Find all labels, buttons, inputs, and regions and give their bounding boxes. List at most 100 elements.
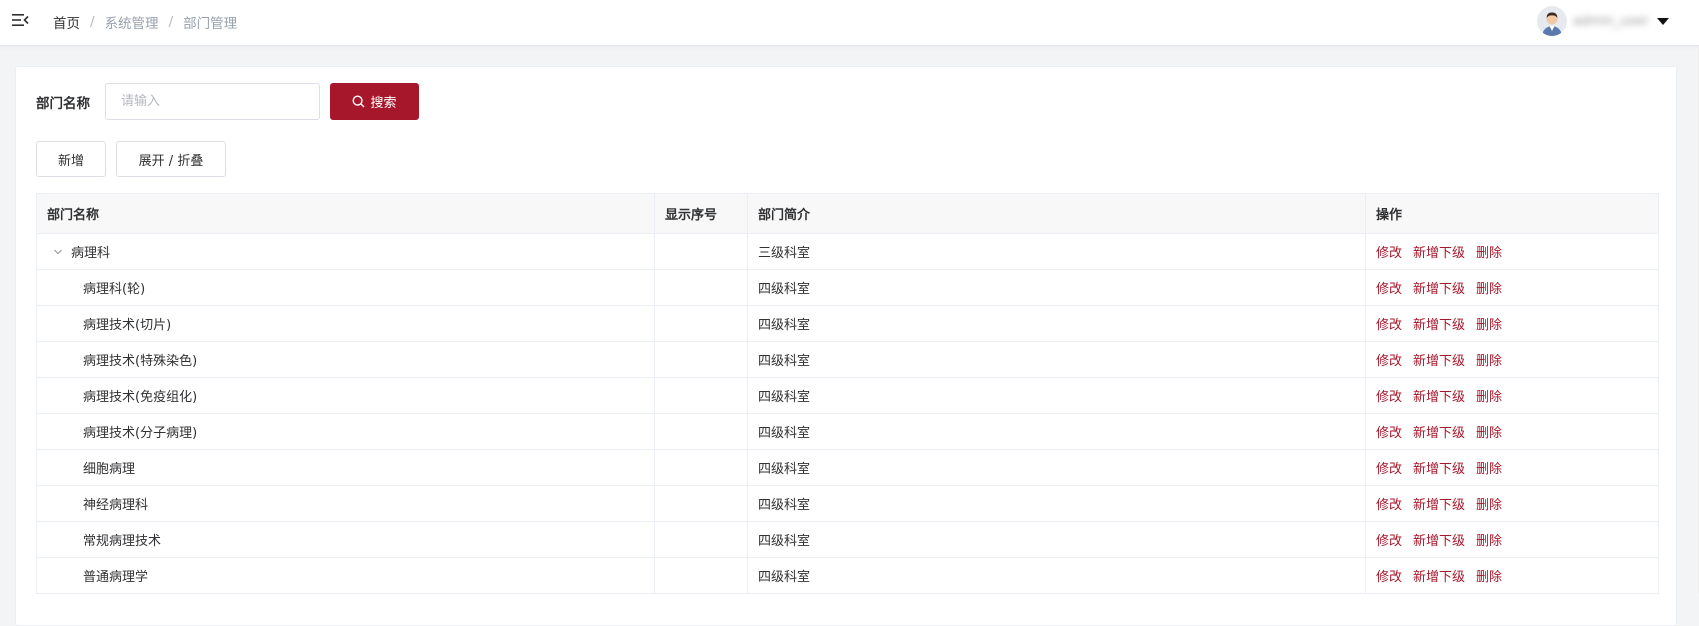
cell-order — [654, 341, 748, 378]
dept-name-text: 病理技术(免疫组化) — [83, 390, 198, 405]
delete-link[interactable]: 删除 — [1476, 390, 1502, 405]
menu-fold-icon[interactable] — [11, 11, 29, 29]
top-navbar: 首页 / 系统管理 / 部门管理 admin_user — [0, 0, 1699, 46]
cell-dept-name: 病理技术(切片) — [36, 305, 655, 342]
search-button-label: 搜索 — [370, 96, 397, 111]
edit-link[interactable]: 修改 — [1376, 570, 1402, 585]
cell-actions: 修改 新增下级 删除 — [1365, 377, 1659, 414]
dept-table: 部门名称 显示序号 部门简介 操作 病理科 三级科室 修改 新增下级 删除 病理科(轮) 四… — [36, 193, 1659, 594]
add-child-link[interactable]: 新增下级 — [1413, 498, 1465, 513]
dept-name-text: 神经病理科 — [83, 498, 149, 513]
add-child-link[interactable]: 新增下级 — [1413, 282, 1465, 297]
add-child-link[interactable]: 新增下级 — [1413, 390, 1465, 405]
cell-actions: 修改 新增下级 删除 — [1365, 269, 1659, 306]
table-row: 病理技术(免疫组化) 四级科室 修改 新增下级 删除 — [36, 377, 1659, 414]
table-row: 病理科(轮) 四级科室 修改 新增下级 删除 — [36, 269, 1659, 306]
cell-desc: 四级科室 — [747, 521, 1366, 558]
cell-order — [654, 521, 748, 558]
caret-down-icon[interactable] — [1657, 17, 1669, 25]
expand-collapse-button[interactable]: 展开 / 折叠 — [116, 141, 226, 177]
cell-actions: 修改 新增下级 删除 — [1365, 521, 1659, 558]
cell-dept-name: 细胞病理 — [36, 449, 655, 486]
cell-dept-name: 病理技术(分子病理) — [36, 413, 655, 450]
cell-dept-name: 病理技术(特殊染色) — [36, 341, 655, 378]
cell-desc: 四级科室 — [747, 269, 1366, 306]
cell-desc: 四级科室 — [747, 413, 1366, 450]
delete-link[interactable]: 删除 — [1476, 318, 1502, 333]
cell-order — [654, 413, 748, 450]
table-header-row: 部门名称 显示序号 部门简介 操作 — [36, 193, 1659, 234]
edit-link[interactable]: 修改 — [1376, 462, 1402, 477]
breadcrumb-separator: / — [90, 14, 95, 30]
breadcrumb-current: 部门管理 — [183, 16, 238, 32]
table-row: 神经病理科 四级科室 修改 新增下级 删除 — [36, 485, 1659, 522]
delete-link[interactable]: 删除 — [1476, 570, 1502, 585]
cell-order — [654, 305, 748, 342]
user-name[interactable]: admin_user — [1573, 14, 1651, 29]
user-menu[interactable]: admin_user — [1537, 6, 1669, 36]
delete-link[interactable]: 删除 — [1476, 282, 1502, 297]
cell-actions: 修改 新增下级 删除 — [1365, 413, 1659, 450]
add-child-link[interactable]: 新增下级 — [1413, 354, 1465, 369]
search-label: 部门名称 — [36, 96, 90, 112]
add-child-link[interactable]: 新增下级 — [1413, 534, 1465, 549]
cell-actions: 修改 新增下级 删除 — [1365, 341, 1659, 378]
cell-dept-name: 普通病理学 — [36, 557, 655, 594]
add-child-link[interactable]: 新增下级 — [1413, 462, 1465, 477]
edit-link[interactable]: 修改 — [1376, 246, 1402, 261]
cell-dept-name: 病理科(轮) — [36, 269, 655, 306]
edit-link[interactable]: 修改 — [1376, 282, 1402, 297]
column-header-desc: 部门简介 — [747, 193, 1366, 234]
cell-order — [654, 269, 748, 306]
cell-order — [654, 233, 748, 270]
dept-name-text: 病理技术(特殊染色) — [83, 354, 198, 369]
dept-name-text: 细胞病理 — [83, 462, 136, 477]
table-row: 病理技术(分子病理) 四级科室 修改 新增下级 删除 — [36, 413, 1659, 450]
cell-actions: 修改 新增下级 删除 — [1365, 557, 1659, 594]
breadcrumb-separator: / — [168, 14, 174, 30]
cell-desc: 四级科室 — [747, 557, 1366, 594]
breadcrumb: 首页 / 系统管理 / 部门管理 — [53, 12, 237, 32]
add-child-link[interactable]: 新增下级 — [1413, 246, 1465, 261]
dept-name-text: 病理技术(切片) — [83, 318, 172, 333]
breadcrumb-home[interactable]: 首页 — [53, 12, 80, 32]
edit-link[interactable]: 修改 — [1376, 354, 1402, 369]
column-header-name: 部门名称 — [36, 193, 655, 234]
cell-actions: 修改 新增下级 删除 — [1365, 485, 1659, 522]
column-header-ops: 操作 — [1365, 193, 1659, 234]
avatar[interactable] — [1537, 6, 1567, 36]
delete-link[interactable]: 删除 — [1476, 462, 1502, 477]
cell-actions: 修改 新增下级 删除 — [1365, 233, 1659, 270]
table-row: 病理技术(特殊染色) 四级科室 修改 新增下级 删除 — [36, 341, 1659, 378]
edit-link[interactable]: 修改 — [1376, 318, 1402, 333]
delete-link[interactable]: 删除 — [1476, 498, 1502, 513]
delete-link[interactable]: 删除 — [1476, 354, 1502, 369]
dept-name-text: 病理科 — [71, 246, 111, 261]
cell-desc: 四级科室 — [747, 449, 1366, 486]
edit-link[interactable]: 修改 — [1376, 498, 1402, 513]
delete-link[interactable]: 删除 — [1476, 426, 1502, 441]
edit-link[interactable]: 修改 — [1376, 534, 1402, 549]
dept-name-search-input[interactable] — [105, 83, 320, 120]
cell-order — [654, 377, 748, 414]
add-child-link[interactable]: 新增下级 — [1413, 318, 1465, 333]
delete-link[interactable]: 删除 — [1476, 534, 1502, 549]
table-row: 普通病理学 四级科室 修改 新增下级 删除 — [36, 557, 1659, 594]
delete-link[interactable]: 删除 — [1476, 246, 1502, 261]
edit-link[interactable]: 修改 — [1376, 390, 1402, 405]
cell-dept-name: 神经病理科 — [36, 485, 655, 522]
breadcrumb-system: 系统管理 — [104, 16, 159, 32]
column-header-order: 显示序号 — [654, 193, 748, 234]
add-button[interactable]: 新增 — [36, 141, 106, 177]
cell-actions: 修改 新增下级 删除 — [1365, 449, 1659, 486]
table-row: 细胞病理 四级科室 修改 新增下级 删除 — [36, 449, 1659, 486]
cell-dept-name: 病理科 — [36, 233, 655, 270]
add-child-link[interactable]: 新增下级 — [1413, 426, 1465, 441]
table-row: 病理科 三级科室 修改 新增下级 删除 — [36, 233, 1659, 270]
edit-link[interactable]: 修改 — [1376, 426, 1402, 441]
dept-name-text: 常规病理技术 — [83, 534, 162, 549]
cell-order — [654, 557, 748, 594]
chevron-down-icon[interactable] — [53, 246, 67, 261]
search-button[interactable]: 搜索 — [330, 83, 419, 120]
add-child-link[interactable]: 新增下级 — [1413, 570, 1465, 585]
